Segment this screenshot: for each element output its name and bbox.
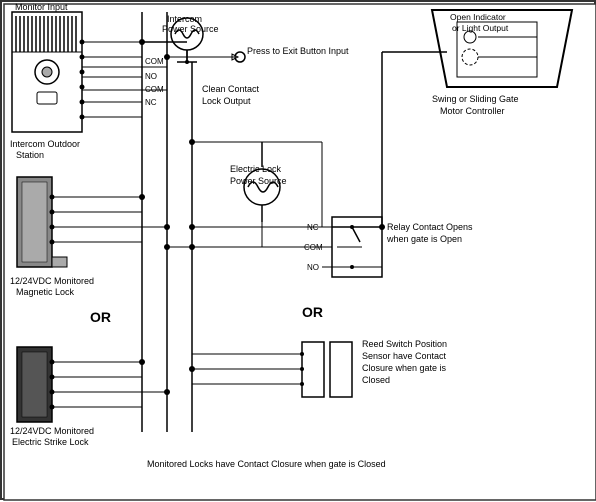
swing-gate-label2: Motor Controller <box>440 106 505 116</box>
nc-label-1: NC <box>145 98 157 107</box>
magnetic-lock-label2: Magnetic Lock <box>16 287 75 297</box>
com-label-1: COM <box>145 57 164 66</box>
intercom-power-label: Intercom <box>167 14 202 24</box>
open-indicator-label2: or Light Output <box>452 23 509 33</box>
monitor-input-label: Monitor Input <box>15 2 68 12</box>
clean-contact-label2: Lock Output <box>202 96 251 106</box>
reed-switch-label4: Closed <box>362 375 390 385</box>
or-label-top: OR <box>90 309 111 325</box>
open-indicator-label: Open Indicator <box>450 12 506 22</box>
magnetic-lock-label: 12/24VDC Monitored <box>10 276 94 286</box>
electric-strike-label: 12/24VDC Monitored <box>10 426 94 436</box>
swing-gate-label: Swing or Sliding Gate <box>432 94 519 104</box>
electric-lock-power-label: Electric Lock <box>230 164 282 174</box>
monitored-locks-label: Monitored Locks have Contact Closure whe… <box>147 459 386 469</box>
electric-strike-label2: Electric Strike Lock <box>12 437 89 447</box>
or-label-bottom: OR <box>302 304 323 320</box>
relay-contact-label2: when gate is Open <box>386 234 462 244</box>
intercom-power-label2: Power Source <box>162 24 219 34</box>
press-to-exit-label: Press to Exit Button Input <box>247 46 349 56</box>
reed-switch-label3: Closure when gate is <box>362 363 447 373</box>
intercom-station-label: Intercom Outdoor <box>10 139 80 149</box>
no-relay-label: NO <box>307 263 319 272</box>
electric-lock-power-label2: Power Source <box>230 176 287 186</box>
relay-contact-label: Relay Contact Opens <box>387 222 473 232</box>
reed-switch-label: Reed Switch Position <box>362 339 447 349</box>
clean-contact-label: Clean Contact <box>202 84 260 94</box>
reed-switch-label2: Sensor have Contact <box>362 351 447 361</box>
no-label-1: NO <box>145 72 157 81</box>
wiring-diagram: Monitor Input Intercom Outdoor Station I… <box>0 0 596 500</box>
intercom-station-label2: Station <box>16 150 44 160</box>
